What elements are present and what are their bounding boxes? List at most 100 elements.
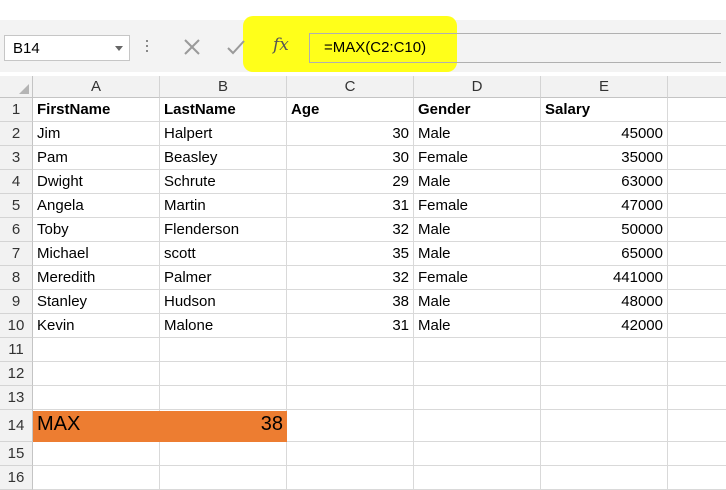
data-cell[interactable]: 47000 xyxy=(541,194,668,218)
select-all-corner[interactable] xyxy=(0,76,33,98)
data-cell[interactable]: Malone xyxy=(160,314,287,338)
header-cell[interactable]: LastName xyxy=(160,98,287,122)
data-cell[interactable]: 32 xyxy=(287,218,414,242)
cell[interactable] xyxy=(287,338,414,362)
cell[interactable] xyxy=(414,410,541,442)
data-cell[interactable]: Male xyxy=(414,218,541,242)
cell[interactable] xyxy=(541,338,668,362)
data-cell[interactable]: Jim xyxy=(33,122,160,146)
data-cell[interactable]: 31 xyxy=(287,314,414,338)
data-cell[interactable]: Male xyxy=(414,290,541,314)
cell[interactable] xyxy=(668,386,726,410)
cell[interactable] xyxy=(668,290,726,314)
cell[interactable] xyxy=(287,362,414,386)
row-header-12[interactable]: 12 xyxy=(0,362,33,386)
row-header-8[interactable]: 8 xyxy=(0,266,33,290)
data-cell[interactable]: Flenderson xyxy=(160,218,287,242)
formula-input[interactable]: =MAX(C2:C10) xyxy=(309,33,721,63)
cell[interactable] xyxy=(33,386,160,410)
cell[interactable] xyxy=(668,266,726,290)
cell[interactable] xyxy=(668,442,726,466)
data-cell[interactable]: Michael xyxy=(33,242,160,266)
data-cell[interactable]: 35 xyxy=(287,242,414,266)
data-cell[interactable]: 35000 xyxy=(541,146,668,170)
cell[interactable] xyxy=(33,466,160,490)
data-cell[interactable]: Martin xyxy=(160,194,287,218)
data-cell[interactable]: 29 xyxy=(287,170,414,194)
header-cell[interactable]: Salary xyxy=(541,98,668,122)
data-cell[interactable]: scott xyxy=(160,242,287,266)
row-header-15[interactable]: 15 xyxy=(0,442,33,466)
data-cell[interactable]: Male xyxy=(414,122,541,146)
data-cell[interactable]: 38 xyxy=(287,290,414,314)
data-cell[interactable]: Male xyxy=(414,242,541,266)
cell[interactable] xyxy=(33,362,160,386)
formula-bar-grip-icon[interactable] xyxy=(145,40,149,56)
data-cell[interactable]: Meredith xyxy=(33,266,160,290)
cell[interactable] xyxy=(668,466,726,490)
cell[interactable] xyxy=(541,442,668,466)
cell[interactable] xyxy=(668,146,726,170)
cell[interactable] xyxy=(668,170,726,194)
data-cell[interactable]: Schrute xyxy=(160,170,287,194)
cell[interactable] xyxy=(668,218,726,242)
cell[interactable] xyxy=(287,442,414,466)
cell[interactable] xyxy=(668,362,726,386)
cell[interactable] xyxy=(287,386,414,410)
cell[interactable] xyxy=(287,410,414,442)
data-cell[interactable]: 30 xyxy=(287,146,414,170)
data-cell[interactable]: Beasley xyxy=(160,146,287,170)
cell[interactable] xyxy=(287,466,414,490)
data-cell[interactable]: 30 xyxy=(287,122,414,146)
column-header-d[interactable]: D xyxy=(414,76,541,98)
cell[interactable] xyxy=(668,338,726,362)
data-cell[interactable]: 50000 xyxy=(541,218,668,242)
row-header-5[interactable]: 5 xyxy=(0,194,33,218)
row-header-2[interactable]: 2 xyxy=(0,122,33,146)
name-box[interactable]: B14 xyxy=(4,35,130,61)
cell[interactable] xyxy=(668,122,726,146)
data-cell[interactable]: Female xyxy=(414,146,541,170)
cell[interactable] xyxy=(668,314,726,338)
chevron-down-icon[interactable] xyxy=(115,46,123,51)
cell[interactable] xyxy=(160,362,287,386)
cell[interactable] xyxy=(541,386,668,410)
cell[interactable] xyxy=(668,194,726,218)
data-cell[interactable]: 65000 xyxy=(541,242,668,266)
data-cell[interactable]: 48000 xyxy=(541,290,668,314)
data-cell[interactable]: Male xyxy=(414,170,541,194)
data-cell[interactable]: Male xyxy=(414,314,541,338)
row-header-16[interactable]: 16 xyxy=(0,466,33,490)
cell[interactable] xyxy=(414,386,541,410)
column-header-e[interactable]: E xyxy=(541,76,668,98)
cell[interactable] xyxy=(160,386,287,410)
cell[interactable] xyxy=(33,442,160,466)
data-cell[interactable]: 441000 xyxy=(541,266,668,290)
data-cell[interactable]: Stanley xyxy=(33,290,160,314)
row-header-13[interactable]: 13 xyxy=(0,386,33,410)
data-cell[interactable]: 31 xyxy=(287,194,414,218)
cell[interactable] xyxy=(414,362,541,386)
data-cell[interactable]: 32 xyxy=(287,266,414,290)
row-header-10[interactable]: 10 xyxy=(0,314,33,338)
max-result-cell[interactable]: MAX 38 xyxy=(33,411,287,442)
data-cell[interactable]: Hudson xyxy=(160,290,287,314)
header-cell[interactable]: Gender xyxy=(414,98,541,122)
cell[interactable] xyxy=(414,442,541,466)
cell[interactable] xyxy=(414,466,541,490)
row-header-4[interactable]: 4 xyxy=(0,170,33,194)
data-cell[interactable]: Toby xyxy=(33,218,160,242)
data-cell[interactable]: Palmer xyxy=(160,266,287,290)
column-header-b[interactable]: B xyxy=(160,76,287,98)
data-cell[interactable]: Female xyxy=(414,266,541,290)
data-cell[interactable]: 42000 xyxy=(541,314,668,338)
cell[interactable] xyxy=(541,362,668,386)
cell[interactable] xyxy=(160,338,287,362)
fx-icon[interactable]: fx xyxy=(273,35,289,55)
column-header-a[interactable]: A xyxy=(33,76,160,98)
row-header-7[interactable]: 7 xyxy=(0,242,33,266)
data-cell[interactable]: Dwight xyxy=(33,170,160,194)
cell[interactable] xyxy=(160,466,287,490)
cell[interactable] xyxy=(541,410,668,442)
cell[interactable] xyxy=(668,242,726,266)
